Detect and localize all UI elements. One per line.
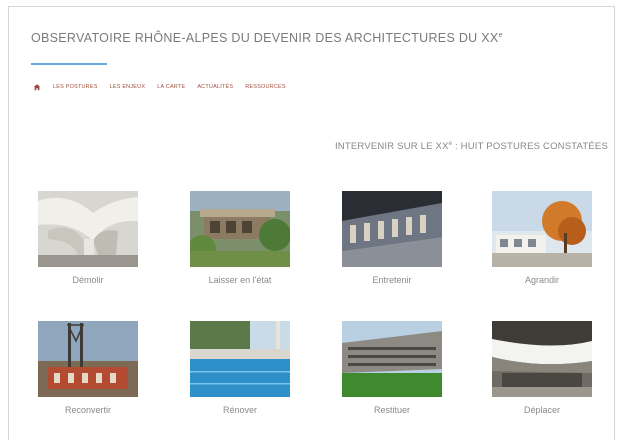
posture-card-renover[interactable]: Rénover xyxy=(185,321,295,415)
heading-pre: INTERVENIR SUR LE XX xyxy=(334,141,449,153)
nav-item-ressources[interactable]: RESSOURCES xyxy=(245,84,286,90)
agrandir-thumbnail[interactable] xyxy=(492,191,592,267)
posture-card-agrandir[interactable]: Agrandir xyxy=(487,191,597,285)
nav-item-actualites[interactable]: ACTUALITÉS xyxy=(197,84,233,90)
posture-card-demolir[interactable]: Démolir xyxy=(33,191,143,285)
posture-label: Déplacer xyxy=(523,405,561,415)
posture-card-restituer[interactable]: Restituer xyxy=(337,321,447,415)
demolir-thumbnail[interactable] xyxy=(38,191,138,267)
heading-post: : HUIT POSTURES CONSTATÉES xyxy=(452,141,608,153)
page-frame: OBSERVATOIRE RHÔNE-ALPES DU DEVENIR DES … xyxy=(8,6,615,440)
posture-card-entretenir[interactable]: Entretenir xyxy=(337,191,447,285)
posture-label: Entretenir xyxy=(372,275,412,285)
posture-label: Rénover xyxy=(222,405,258,415)
entretenir-thumbnail[interactable] xyxy=(342,191,442,267)
posture-label: Reconvertir xyxy=(64,405,111,415)
posture-card-laisser[interactable]: Laisser en l'état xyxy=(185,191,295,285)
site-title-sup: e xyxy=(498,31,503,39)
nav-item-enjeux[interactable]: LES ENJEUX xyxy=(110,84,146,90)
nav-item-carte[interactable]: LA CARTE xyxy=(157,84,185,90)
site-title[interactable]: OBSERVATOIRE RHÔNE-ALPES DU DEVENIR DES … xyxy=(31,31,503,45)
home-icon[interactable] xyxy=(33,83,41,91)
posture-label: Restituer xyxy=(373,405,410,415)
site-title-text: OBSERVATOIRE RHÔNE-ALPES DU DEVENIR DES … xyxy=(31,31,499,45)
posture-label: Agrandir xyxy=(524,275,560,285)
nav-item-postures[interactable]: LES POSTURES xyxy=(53,84,98,90)
deplacer-thumbnail[interactable] xyxy=(492,321,592,397)
reconvertir-thumbnail[interactable] xyxy=(38,321,138,397)
posture-label: Laisser en l'état xyxy=(208,275,272,285)
posture-card-reconvertir[interactable]: Reconvertir xyxy=(33,321,143,415)
section-heading: INTERVENIR SUR LE XXe : HUIT POSTURES CO… xyxy=(335,141,608,152)
renover-thumbnail[interactable] xyxy=(190,321,290,397)
title-underline xyxy=(31,63,107,65)
posture-card-deplacer[interactable]: Déplacer xyxy=(487,321,597,415)
restituer-thumbnail[interactable] xyxy=(342,321,442,397)
posture-label: Démolir xyxy=(72,275,104,285)
laisser-en-letat-thumbnail[interactable] xyxy=(190,191,290,267)
main-nav: LES POSTURES LES ENJEUX LA CARTE ACTUALI… xyxy=(33,83,286,91)
